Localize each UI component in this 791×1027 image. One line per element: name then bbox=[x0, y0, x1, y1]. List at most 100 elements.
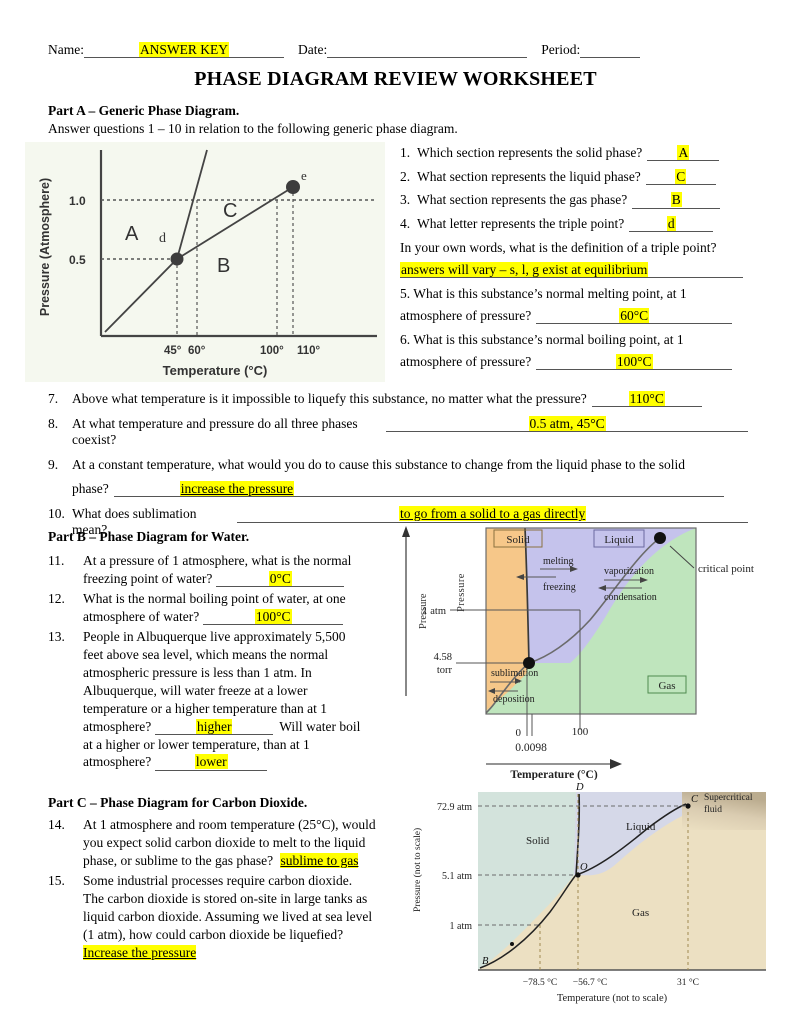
question-10-answer-blank[interactable]: to go from a solid to a gas directly bbox=[237, 506, 748, 523]
point-e-label: e bbox=[301, 168, 307, 183]
question-14-number: 14. bbox=[48, 817, 65, 832]
water-y-tick-1atm: 1 atm bbox=[422, 606, 446, 617]
co2-region-gas: Gas bbox=[632, 907, 649, 919]
question-7-number: 7. bbox=[48, 391, 59, 406]
generic-phase-diagram-figure: d e A B C 1.0 0.5 45° 60° 100° 110° Temp… bbox=[25, 142, 385, 382]
question-15-line4: (1 atm), how could carbon dioxide be liq… bbox=[83, 926, 344, 942]
label-melting: melting bbox=[543, 556, 574, 567]
question-3-text: What section represents the gas phase? bbox=[417, 192, 628, 208]
question-12-number: 12. bbox=[48, 590, 65, 606]
question-9-text-cont: phase? bbox=[72, 481, 109, 497]
question-8-answer-blank[interactable]: 0.5 atm, 45°C bbox=[386, 416, 748, 433]
question-9-number: 9. bbox=[48, 457, 59, 473]
question-11-answer-blank[interactable]: 0°C bbox=[216, 570, 345, 588]
co2-phase-diagram-figure: O C D B Solid Liquid Gas Supercritical f… bbox=[402, 782, 787, 1022]
period-label: Period: bbox=[541, 42, 581, 57]
co2-point-o-label: O bbox=[580, 862, 588, 873]
question-7-answer-blank[interactable]: 110°C bbox=[591, 391, 702, 408]
part-a-heading: Part A – Generic Phase Diagram. bbox=[48, 103, 240, 118]
y-tick-1: 1.0 bbox=[69, 194, 86, 208]
co2-x-tick-31: 31 °C bbox=[677, 977, 699, 988]
question-5-answer-blank[interactable]: 60°C bbox=[536, 307, 733, 325]
page-title: PHASE DIAGRAM REVIEW WORKSHEET bbox=[194, 68, 597, 90]
water-x-tick-00098: 0.0098 bbox=[515, 742, 547, 754]
question-13-number: 13. bbox=[48, 628, 65, 644]
question-13-answer2: lower bbox=[194, 754, 228, 770]
question-7-answer: 110°C bbox=[628, 391, 665, 406]
question-11-line2: freezing point of water? bbox=[83, 570, 213, 586]
part-b-heading: Part B – Phase Diagram for Water. bbox=[48, 529, 250, 544]
question-12-answer-blank[interactable]: 100°C bbox=[203, 608, 344, 626]
triple-point-answer-blank[interactable]: answers will vary – s, l, g exist at equ… bbox=[400, 261, 743, 278]
question-10-answer: to go from a solid to a gas directly bbox=[398, 506, 587, 522]
question-9-row: 9. At a constant temperature, what would… bbox=[48, 457, 748, 498]
region-b-label: B bbox=[217, 255, 230, 277]
co2-y-axis-title: Pressure (not to scale) bbox=[412, 828, 423, 912]
region-c-label: C bbox=[223, 200, 237, 222]
co2-point-marker bbox=[510, 942, 514, 946]
question-6-answer-row: atmosphere of pressure? 100°C bbox=[400, 354, 745, 371]
question-8-number: 8. bbox=[48, 416, 59, 432]
water-y-tick-458torr-b: torr bbox=[437, 665, 453, 676]
worksheet-page: Name: ANSWER KEY Date: Period: PHASE DIA… bbox=[0, 0, 791, 1024]
name-label: Name: bbox=[48, 42, 84, 57]
question-7-text: Above what temperature is it impossible … bbox=[72, 391, 587, 406]
question-14-answer[interactable]: sublime to gas bbox=[280, 852, 359, 868]
x-axis-title: Temperature (°C) bbox=[163, 363, 268, 378]
question-12-row: 12. What is the normal boiling point of … bbox=[48, 590, 393, 626]
question-11-row: 11. At a pressure of 1 atmosphere, what … bbox=[48, 552, 393, 588]
question-13-answer2-blank[interactable]: lower bbox=[155, 754, 268, 771]
date-blank[interactable] bbox=[327, 57, 528, 58]
question-9-answer-blank[interactable]: increase the pressure bbox=[113, 481, 724, 498]
worksheet-header: Name: ANSWER KEY Date: Period: bbox=[48, 41, 748, 58]
temperature-axis-arrow-icon bbox=[610, 759, 622, 769]
co2-phase-diagram-svg: O C D B Solid Liquid Gas Supercritical f… bbox=[412, 782, 766, 1004]
question-15-answer[interactable]: Increase the pressure bbox=[83, 944, 197, 960]
label-vaporization: vaporization bbox=[604, 566, 654, 577]
co2-point-c-label: C bbox=[691, 794, 699, 805]
question-4-answer-blank[interactable]: d bbox=[629, 216, 714, 233]
question-7-row: 7. Above what temperature is it impossib… bbox=[48, 391, 748, 408]
label-sublimation: sublimation bbox=[491, 668, 538, 679]
question-13-atm-label2: atmosphere? bbox=[83, 754, 152, 770]
question-3-row: 3. What section represents the gas phase… bbox=[400, 192, 745, 209]
pressure-axis-arrow-icon bbox=[402, 526, 410, 537]
co2-x-tick-567: −56.7 °C bbox=[573, 977, 608, 988]
question-3-answer: B bbox=[670, 192, 682, 208]
question-13-line2: feet above sea level, which means the no… bbox=[83, 646, 329, 662]
question-1-answer-blank[interactable]: A bbox=[647, 145, 720, 162]
annotation-critical-point: critical point bbox=[698, 563, 754, 575]
co2-y-tick-729: 72.9 atm bbox=[437, 802, 472, 813]
water-region-gas: Gas bbox=[658, 680, 675, 692]
period-blank[interactable] bbox=[580, 57, 641, 58]
question-10-number: 10. bbox=[48, 506, 65, 522]
question-4-number: 4. bbox=[400, 216, 411, 232]
water-region-solid: Solid bbox=[506, 534, 530, 546]
question-3-answer-blank[interactable]: B bbox=[632, 192, 721, 209]
question-2-answer-blank[interactable]: C bbox=[645, 168, 716, 185]
name-blank[interactable]: ANSWER KEY bbox=[84, 41, 284, 58]
y-tick-0: 0.5 bbox=[69, 253, 86, 267]
question-12-answer: 100°C bbox=[254, 608, 292, 624]
water-y-tick-458torr-a: 4.58 bbox=[434, 652, 452, 663]
question-6-answer-blank[interactable]: 100°C bbox=[536, 354, 733, 371]
question-14-line3: phase, or sublime to the gas phase? bbox=[83, 852, 274, 868]
water-region-liquid: Liquid bbox=[604, 534, 634, 546]
question-2-row: 2. What section represents the liquid ph… bbox=[400, 168, 745, 185]
question-4-answer: d bbox=[666, 216, 676, 232]
question-13-answer1: higher bbox=[195, 718, 233, 734]
question-11-number: 11. bbox=[48, 553, 65, 568]
question-13-answer1-blank[interactable]: higher bbox=[155, 718, 274, 735]
question-1-text: Which section represents the solid phase… bbox=[417, 145, 643, 160]
question-8-text: At what temperature and pressure do all … bbox=[72, 416, 358, 448]
point-d-label: d bbox=[159, 231, 166, 246]
co2-region-supercritical-line2: fluid bbox=[704, 804, 722, 815]
question-13-atm-label: atmosphere? bbox=[83, 718, 152, 734]
question-13-tail: Will water boil bbox=[279, 718, 361, 734]
question-14-line1: At 1 atmosphere and room temperature (25… bbox=[83, 817, 376, 832]
co2-region-supercritical-line1: Supercritical bbox=[704, 793, 753, 803]
question-9-text: At a constant temperature, what would yo… bbox=[72, 457, 685, 473]
co2-y-tick-1: 1 atm bbox=[450, 921, 473, 932]
water-phase-diagram-svg: Pressure Pressure Solid Liquid Gas melti… bbox=[402, 526, 754, 781]
part-b-questions: 11. At a pressure of 1 atmosphere, what … bbox=[48, 552, 393, 773]
